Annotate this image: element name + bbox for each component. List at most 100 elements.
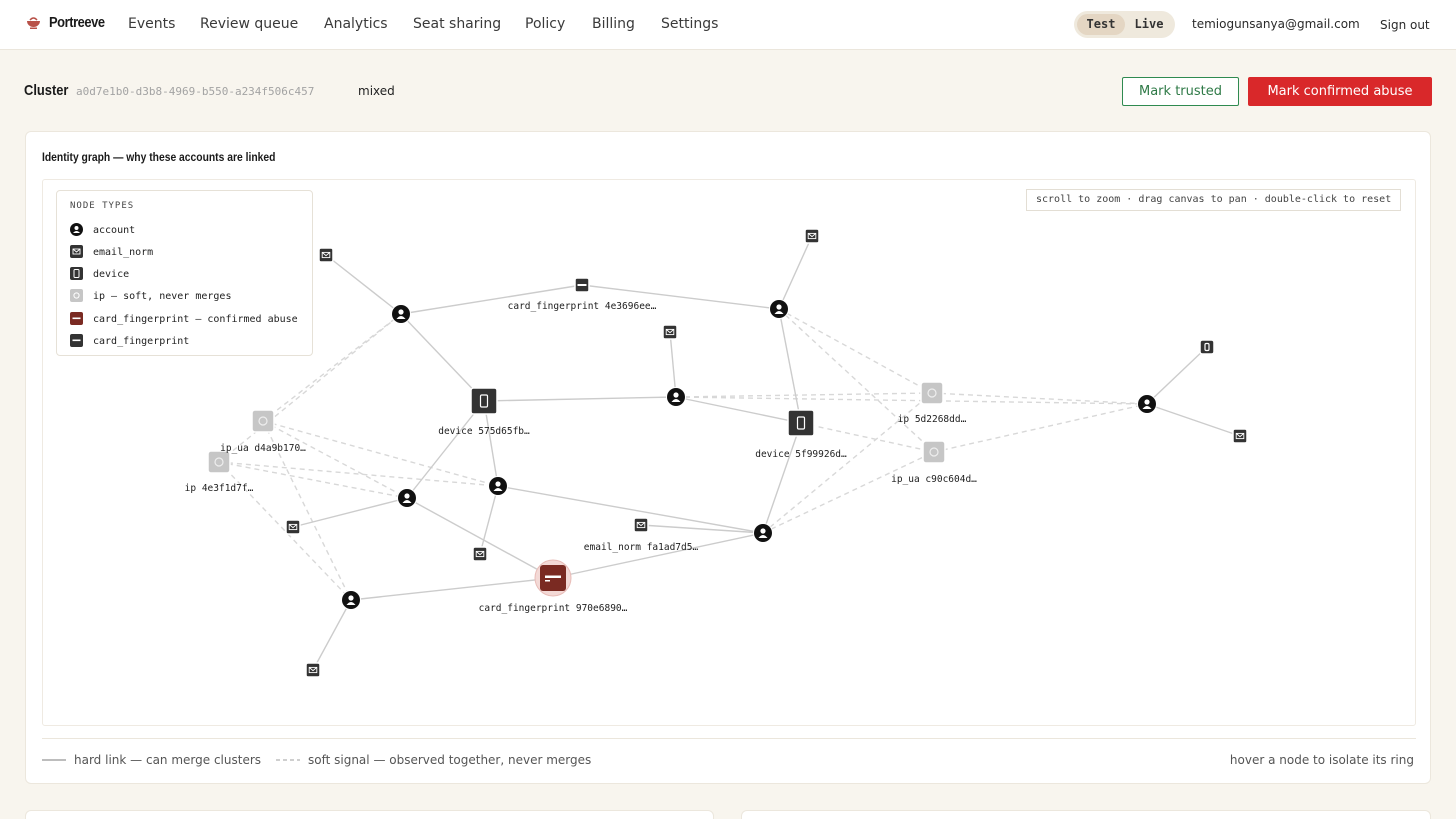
ip-node[interactable] [922,440,946,464]
brand[interactable]: Portreeve [26,14,114,31]
legend-item-card-abuse: card_fingerprint — confirmed abuse [70,312,298,326]
legend-item-device: device [70,267,129,281]
lower-panel-left [25,810,714,819]
nav-analytics[interactable]: Analytics [324,16,388,32]
ip-node[interactable] [251,409,275,433]
email-icon [70,245,83,259]
device-icon [70,267,83,281]
legend-heading: NODE TYPES [70,201,135,211]
legend-label: email_norm [93,246,154,258]
sign-out-link[interactable]: Sign out [1380,18,1430,32]
account-node[interactable] [753,523,773,543]
hard-link-label: hard link — can merge clusters [74,753,262,767]
mode-test[interactable]: Test [1077,14,1125,35]
nav-policy[interactable]: Policy [525,16,565,32]
node-label: card_fingerprint 4e3696ee… [508,301,657,312]
cluster-verdict-badge: mixed [358,84,395,98]
mode-toggle: Test Live [1074,11,1175,38]
email-node[interactable] [633,517,649,533]
hard-link-edge [350,577,554,601]
node-label: email_norm fa1ad7d5… [584,542,699,553]
account-node[interactable] [488,476,508,496]
node-label: ip_ua c90c604d… [891,474,977,485]
graph-edges [218,235,1241,671]
account-node[interactable] [397,488,417,508]
graph-canvas[interactable]: card_fingerprint 4e3696ee… device 575d65f… [42,179,1416,726]
node-label: device 5f99926d… [755,449,847,460]
hard-link-edge [325,254,402,315]
hard-link-edge [497,485,764,534]
ip-node[interactable] [920,381,944,405]
soft-signal-edge [933,403,1148,453]
hover-hint: hover a node to isolate its ring [1229,753,1414,767]
legend-label: device [93,268,130,280]
hard-link-edge [675,396,802,424]
nav-billing[interactable]: Billing [592,16,635,32]
email-node[interactable] [1232,428,1248,444]
hard-link-edge [1146,346,1208,405]
cluster-id: a0d7e1b0-d3b8-4969-b550-a234f506c457 [76,85,315,98]
hard-link-legend: hard link — can merge clusters [42,753,261,767]
mode-live[interactable]: Live [1126,14,1172,35]
nav-seat-sharing[interactable]: Seat sharing [413,16,501,32]
hard-line-swatch-icon [42,759,66,761]
card_abuse-node[interactable] [534,559,572,597]
hard-link-edge [552,532,764,579]
hard-link-edge [778,235,813,310]
node-label: ip 4e3f1d7f… [185,483,254,494]
hard-link-edge [483,396,677,402]
mark-confirmed-abuse-button[interactable]: Mark confirmed abuse [1248,77,1432,106]
lower-panel-right [741,810,1431,819]
identity-graph-card: Identity graph — why these accounts are … [25,131,1431,784]
soft-signal-legend: soft signal — observed together, never m… [276,753,591,767]
nav-settings[interactable]: Settings [661,16,718,32]
device-node[interactable] [1199,339,1215,355]
device-node[interactable] [470,387,498,415]
hard-link-edge [640,524,764,534]
hard-link-edge [479,485,499,555]
footer-divider [42,738,1416,739]
legend-item-ip: ip — soft, never merges [70,289,231,303]
account-node[interactable] [1137,394,1157,414]
account-icon [70,223,83,237]
email-node[interactable] [472,546,488,562]
card-node[interactable] [574,277,590,293]
soft-signal-edge [762,451,935,534]
hard-link-edge [778,308,802,424]
ip-icon [70,289,83,303]
node-types-legend: NODE TYPES account email_norm device ip … [56,190,313,356]
soft-signal-edge [800,422,935,453]
soft-line-swatch-icon [276,759,300,761]
email-node[interactable] [662,324,678,340]
hard-link-edge [1146,403,1241,437]
email-node[interactable] [285,519,301,535]
email-node[interactable] [318,247,334,263]
account-node[interactable] [341,590,361,610]
hard-link-edge [312,599,352,671]
legend-label: card_fingerprint — confirmed abuse [93,313,298,325]
mark-trusted-button[interactable]: Mark trusted [1122,77,1239,106]
soft-signal-edge [262,420,408,499]
nav-review-queue[interactable]: Review queue [200,16,298,32]
top-navigation: Portreeve Events Review queue Analytics … [0,0,1456,50]
legend-item-card: card_fingerprint [70,334,189,348]
email-node[interactable] [804,228,820,244]
email-node[interactable] [305,662,321,678]
legend-item-account: account [70,223,135,237]
soft-signal-edge [675,392,933,398]
soft-signal-edge [778,308,933,394]
legend-label: card_fingerprint [93,335,190,347]
account-node[interactable] [769,299,789,319]
nav-events[interactable]: Events [128,16,175,32]
account-node[interactable] [391,304,411,324]
brand-name: Portreeve [49,14,105,31]
card-abuse-icon [70,312,83,326]
node-label: device 575d65fb… [438,426,530,437]
graph-nodes [207,228,1248,678]
account-node[interactable] [666,387,686,407]
ip-node[interactable] [207,450,231,474]
card-title: Identity graph — why these accounts are … [42,150,276,164]
soft-signal-label: soft signal — observed together, never m… [308,753,592,767]
hard-link-edge [292,497,408,528]
device-node[interactable] [787,409,815,437]
